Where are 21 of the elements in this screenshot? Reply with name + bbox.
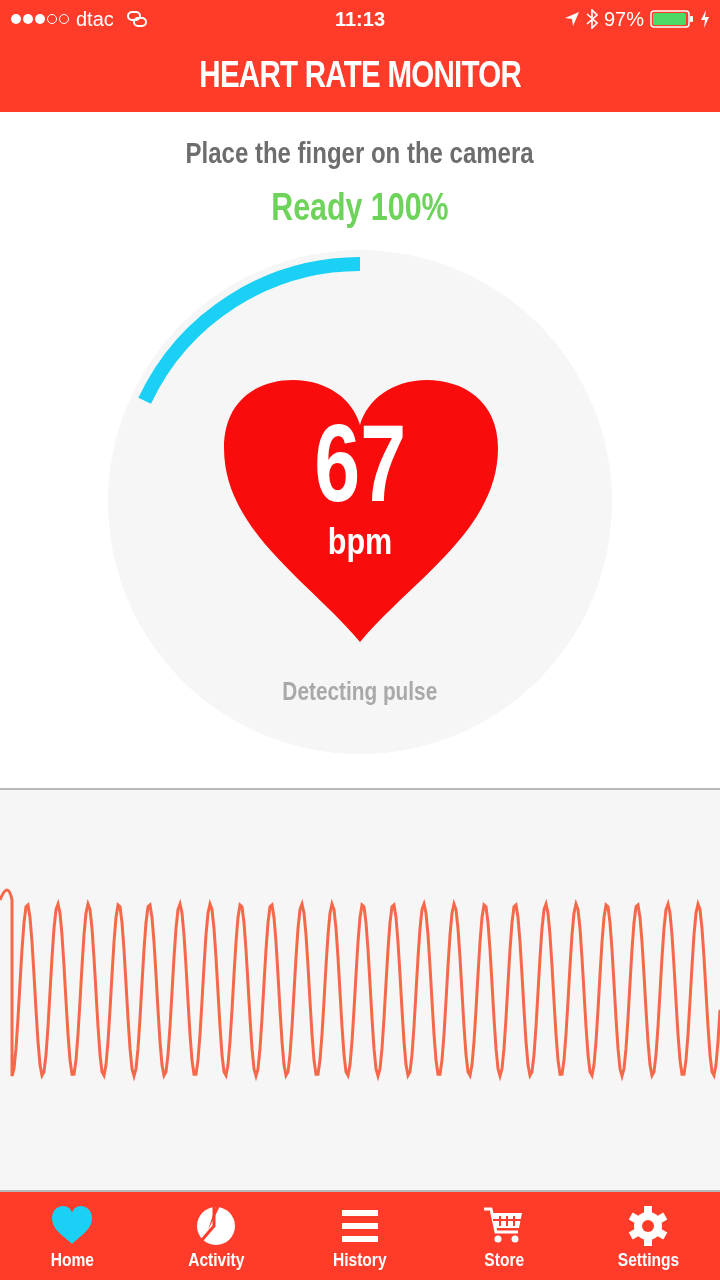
bpm-unit: bpm	[327, 524, 393, 560]
bpm-value: 67	[314, 408, 406, 518]
ready-status: Ready 100%	[271, 185, 449, 230]
battery-percent: 97%	[603, 7, 644, 32]
tab-button[interactable]: Activity	[144, 1192, 288, 1280]
clock-time: 11:13	[334, 7, 386, 32]
instruction-text: Place the finger on the camera	[185, 135, 535, 171]
tab-button[interactable]: Settings	[576, 1192, 720, 1280]
detecting-status: Detecting pulse	[282, 675, 438, 708]
tab-button[interactable]: History	[288, 1192, 432, 1280]
signal-icon	[10, 12, 72, 26]
location-arrow-icon	[563, 11, 580, 27]
app-title: HEART RATE MONITOR	[199, 53, 521, 97]
battery-icon	[650, 10, 694, 28]
bluetooth-icon	[585, 9, 598, 29]
settings-icon	[626, 1203, 670, 1248]
link-icon	[125, 10, 148, 28]
tab-button[interactable]: Store	[432, 1192, 576, 1280]
charging-bolt-icon	[700, 10, 710, 28]
tab-button[interactable]: Home	[0, 1192, 144, 1280]
carrier-name: dtac	[76, 7, 114, 32]
